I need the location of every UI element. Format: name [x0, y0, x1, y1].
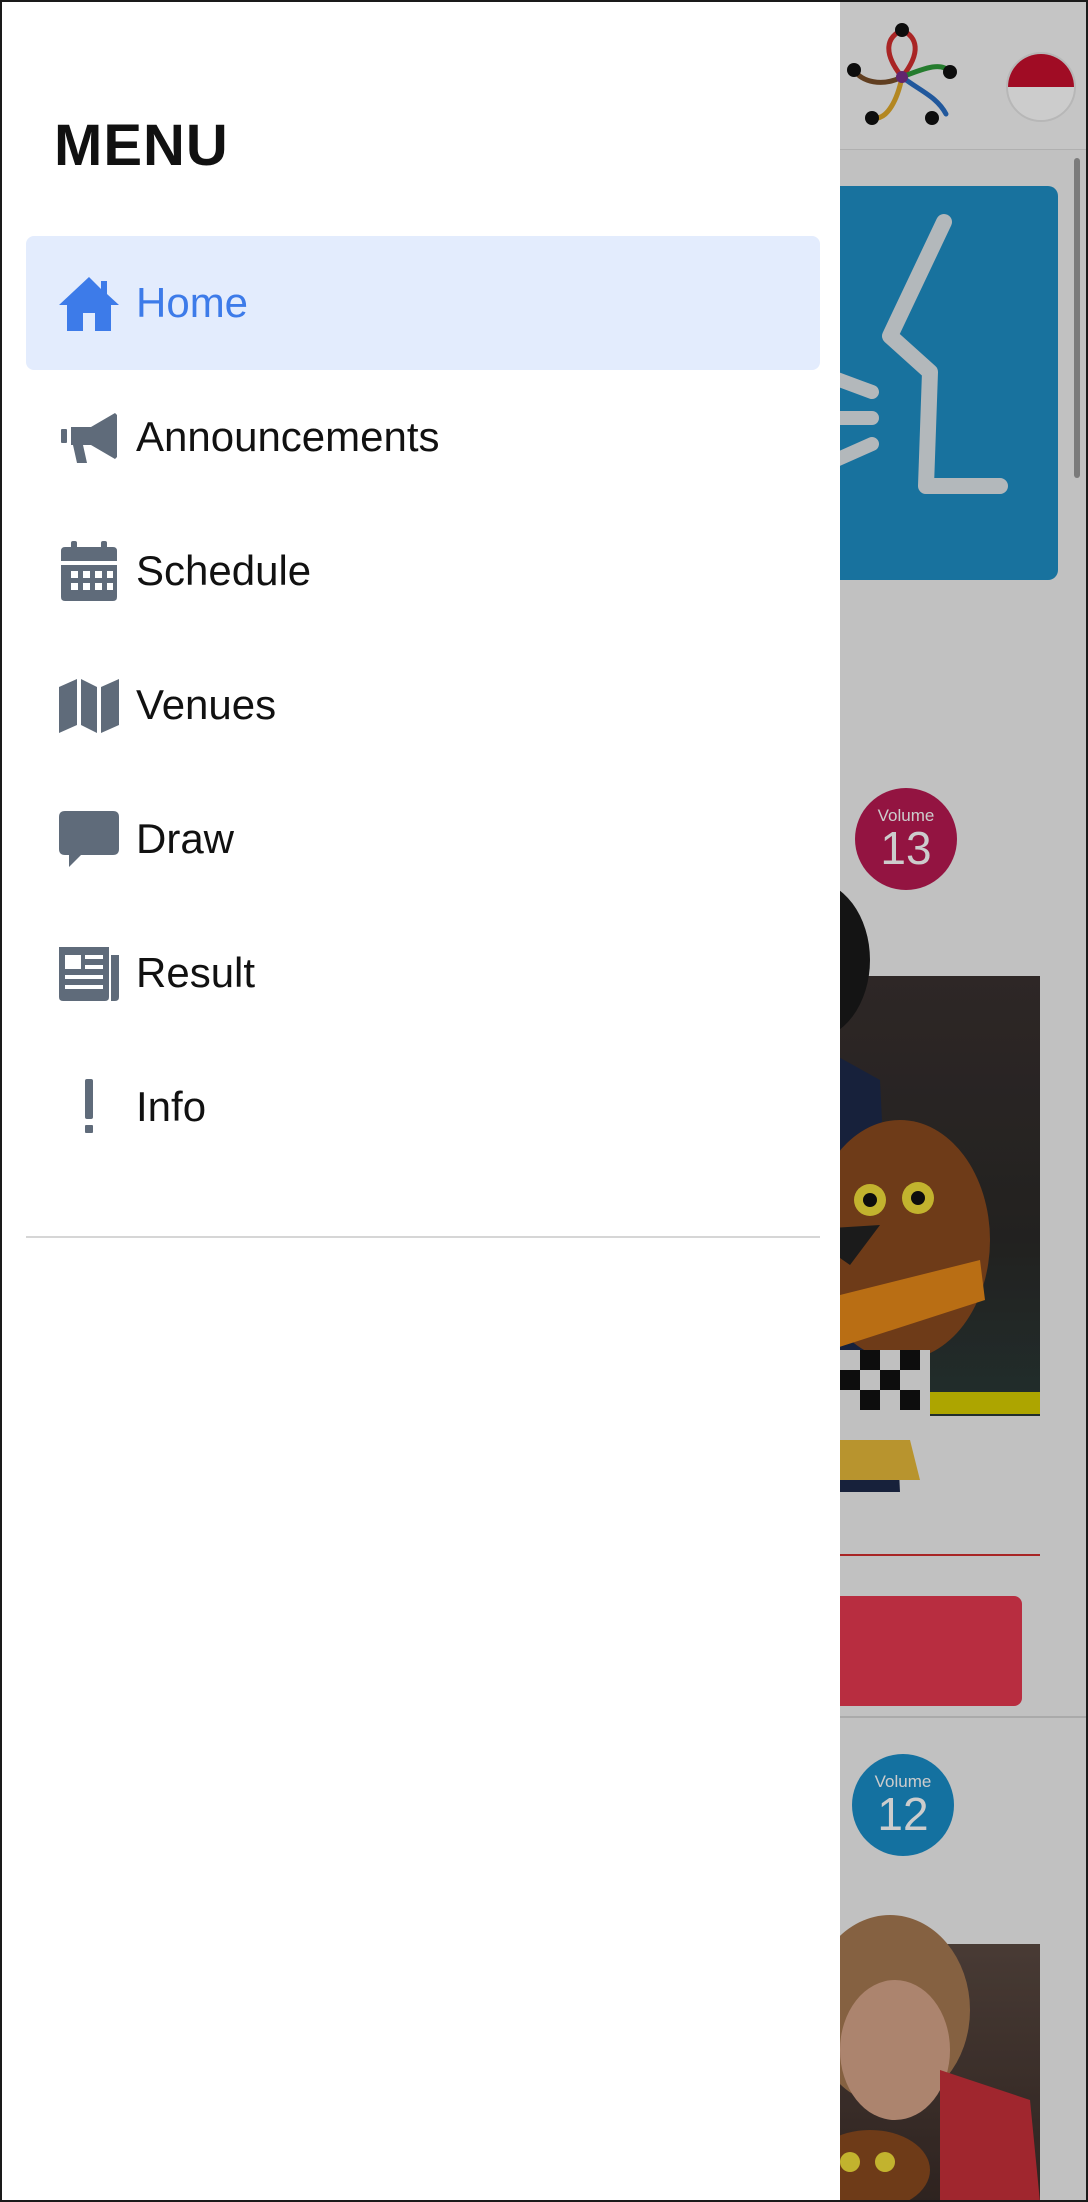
menu-title: MENU: [54, 113, 229, 178]
nav-item-label: Info: [136, 1083, 207, 1130]
nav-item-label: Announcements: [136, 413, 440, 460]
nav-item-label: Schedule: [136, 547, 312, 594]
nav-item-venues[interactable]: Venues: [26, 638, 820, 772]
nav-item-info[interactable]: Info: [26, 1040, 820, 1174]
nav-item-draw[interactable]: Draw: [26, 772, 820, 906]
navigation-drawer: MENU Home Announcements Schedule Venues: [2, 2, 840, 2200]
map-icon: [56, 672, 122, 738]
newspaper-icon: [56, 940, 122, 1006]
nav-item-label: Result: [136, 949, 256, 996]
nav-item-label: Home: [136, 279, 249, 326]
nav-item-label: Draw: [136, 815, 235, 862]
nav-list: Home Announcements Schedule Venues Draw: [26, 236, 820, 1174]
nav-item-announcements[interactable]: Announcements: [26, 370, 820, 504]
nav-item-schedule[interactable]: Schedule: [26, 504, 820, 638]
drawer-divider: [26, 1236, 820, 1238]
speech-bubble-icon: [56, 806, 122, 872]
home-icon: [56, 270, 122, 336]
calendar-icon: [56, 538, 122, 604]
nav-item-result[interactable]: Result: [26, 906, 820, 1040]
exclamation-icon: [56, 1074, 122, 1140]
megaphone-icon: [56, 404, 122, 470]
nav-item-label: Venues: [136, 681, 277, 728]
nav-item-home[interactable]: Home: [26, 236, 820, 370]
